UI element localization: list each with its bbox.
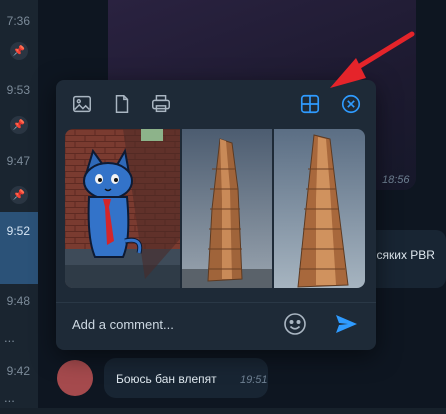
chat-time: 7:36 xyxy=(6,14,30,28)
popup-toolbar xyxy=(56,80,376,126)
chat-list-item[interactable]: 9:48 ... xyxy=(0,284,38,345)
media-thumbnail-tower-1[interactable] xyxy=(182,129,272,288)
media-grid xyxy=(65,129,365,288)
message-time: 19:51 xyxy=(240,374,268,386)
pin-icon: 📌 xyxy=(10,116,28,134)
chat-list-item[interactable]: 9:53 📌 xyxy=(0,70,38,134)
chat-list-strip: 7:36 📌 9:53 📌 9:47 📌 9:52 9:48 ... 9:42 … xyxy=(0,0,38,408)
divider xyxy=(56,302,376,303)
pin-icon: 📌 xyxy=(10,42,28,60)
send-media-popup: Add a comment... xyxy=(56,80,376,350)
file-icon[interactable] xyxy=(110,92,134,116)
message-text: Боюсь бан влепят xyxy=(116,372,217,386)
media-thumbnail-cat[interactable] xyxy=(65,129,180,288)
comment-input[interactable]: Add a comment... xyxy=(72,317,174,332)
printer-icon[interactable] xyxy=(149,92,173,116)
chat-time: 9:42 xyxy=(6,364,30,378)
emoji-icon[interactable] xyxy=(283,312,307,336)
chat-list-item[interactable]: 7:36 📌 xyxy=(0,0,38,60)
message-time: 18:56 xyxy=(382,174,410,186)
message-bubble[interactable]: Боюсь бан влепят 19:51 xyxy=(104,358,268,398)
pin-icon: 📌 xyxy=(10,186,28,204)
chat-time: 9:53 xyxy=(6,83,30,97)
avatar[interactable] xyxy=(57,360,93,396)
chat-time: 9:52 xyxy=(6,224,30,238)
chat-list-item[interactable]: 9:42 ... xyxy=(0,356,38,414)
send-icon[interactable] xyxy=(334,312,358,336)
preview-ellipsis: ... xyxy=(4,330,15,345)
close-circle-icon[interactable] xyxy=(339,92,363,116)
chat-list-item[interactable]: 9:47 📌 xyxy=(0,140,38,204)
grid-icon[interactable] xyxy=(298,92,322,116)
chat-list-item-active[interactable]: 9:52 xyxy=(0,212,38,284)
message-text: ясяких PBR xyxy=(370,248,435,262)
chat-time: 9:48 xyxy=(6,294,30,308)
chat-time: 9:47 xyxy=(6,154,30,168)
image-icon[interactable] xyxy=(70,92,94,116)
preview-ellipsis: ... xyxy=(4,390,15,405)
media-thumbnail-tower-2[interactable] xyxy=(274,129,365,288)
